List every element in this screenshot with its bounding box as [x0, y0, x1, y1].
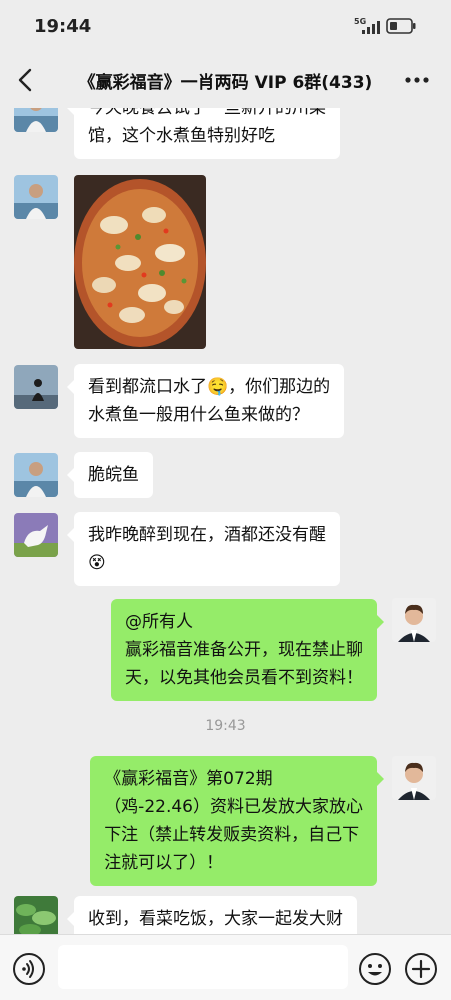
- avatar-man-lakeside[interactable]: [14, 175, 58, 219]
- message-bubble[interactable]: 今天晚餐去试了一些新开的川菜 馆，这个水煮鱼特别好吃: [67, 108, 340, 159]
- message-line: 赢彩福音准备公开，现在禁止聊: [125, 640, 363, 660]
- status-bar: 19:44 5G: [0, 0, 451, 52]
- message-line: （鸡-22.46）资料已发放大家放心: [104, 797, 363, 817]
- chat-timestamp: 19:43: [205, 718, 246, 734]
- message-line: 水煮鱼一般用什么鱼来做的？: [88, 405, 309, 425]
- message-line: 我昨晚醉到现在，酒都还没有醒: [88, 525, 326, 545]
- battery-icon: [386, 18, 416, 34]
- chat-title[interactable]: 《赢彩福音》一肖两码 VIP 6群(433): [50, 68, 401, 93]
- chat-header: 《赢彩福音》一肖两码 VIP 6群(433): [0, 52, 451, 108]
- message-line: 天，以免其他会员看不到资料！: [125, 668, 363, 688]
- plus-icon[interactable]: [404, 952, 438, 986]
- avatar-man-in-suit[interactable]: [392, 598, 436, 642]
- message-line: 《赢彩福音》第072期: [104, 769, 273, 789]
- emoji-icon[interactable]: [358, 952, 392, 986]
- back-arrow-icon[interactable]: [14, 66, 38, 94]
- more-icon[interactable]: [400, 68, 434, 92]
- message-line: 注就可以了）！: [104, 853, 224, 873]
- avatar-sitting-silhouette[interactable]: [14, 365, 58, 409]
- message-line: 脆皖鱼: [88, 465, 139, 485]
- message-bubble[interactable]: 脆皖鱼: [67, 452, 153, 498]
- message-input[interactable]: [58, 945, 348, 989]
- message-bubble[interactable]: 看到都流口水了🤤，你们那边的 水煮鱼一般用什么鱼来做的？: [66, 364, 345, 438]
- message-bubble[interactable]: 《赢彩福音》第072期 （鸡-22.46）资料已发放大家放心 下注（禁止转发贩卖…: [90, 756, 384, 886]
- message-line: 今天晚餐去试了一些新开的川菜: [88, 108, 326, 118]
- chat-message-list[interactable]: 今天晚餐去试了一些新开的川菜 馆，这个水煮鱼特别好吃 看到都流口水了🤤，你们那边…: [0, 108, 451, 934]
- message-bubble[interactable]: 我昨晚醉到现在，酒都还没有醒 😵: [67, 512, 340, 586]
- avatar-white-horse[interactable]: [14, 513, 58, 557]
- status-time: 19:44: [34, 16, 92, 37]
- message-line: 😵: [88, 553, 106, 573]
- boiled-fish-dish-photo[interactable]: [74, 175, 206, 349]
- message-line: 看到都流口水了🤤，你们那边的: [88, 377, 331, 397]
- voice-icon[interactable]: [12, 952, 46, 986]
- avatar-man-in-suit[interactable]: [392, 756, 436, 800]
- avatar-green-plants[interactable]: [14, 896, 58, 934]
- message-line: 收到，看菜吃饭，大家一起发大财: [88, 909, 343, 929]
- message-bubble[interactable]: @所有人 赢彩福音准备公开，现在禁止聊 天，以免其他会员看不到资料！: [111, 599, 384, 701]
- message-line: 下注（禁止转发贩卖资料，自己下: [104, 825, 360, 845]
- message-bubble[interactable]: 收到，看菜吃饭，大家一起发大财: [67, 896, 357, 934]
- message-line: @所有人: [125, 612, 193, 632]
- input-bar: [0, 934, 451, 1000]
- avatar-man-lakeside[interactable]: [14, 453, 58, 497]
- avatar-man-lakeside[interactable]: [14, 108, 58, 132]
- message-line: 馆，这个水煮鱼特别好吃: [88, 126, 275, 146]
- signal-icon: [362, 21, 380, 34]
